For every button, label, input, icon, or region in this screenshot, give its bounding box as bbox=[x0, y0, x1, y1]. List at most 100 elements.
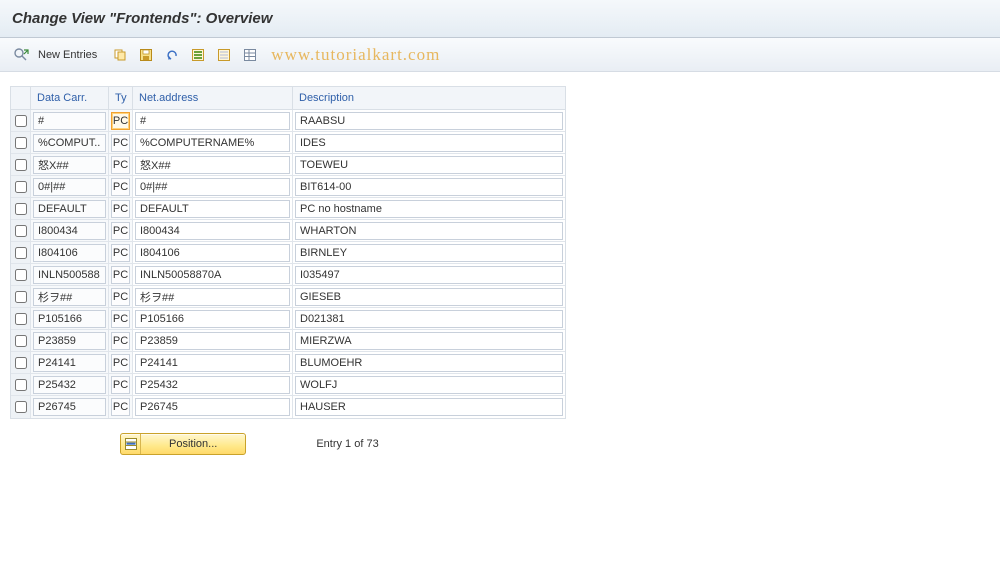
type-field[interactable]: PC bbox=[111, 310, 130, 328]
type-field[interactable]: PC bbox=[111, 222, 130, 240]
type-field[interactable]: PC bbox=[111, 376, 130, 394]
type-field[interactable]: PC bbox=[111, 288, 130, 306]
description-field[interactable] bbox=[295, 244, 563, 262]
type-field[interactable]: PC bbox=[111, 244, 130, 262]
type-field[interactable]: PC bbox=[111, 266, 130, 284]
row-select-checkbox[interactable] bbox=[15, 247, 27, 259]
description-field[interactable] bbox=[295, 156, 563, 174]
description-field[interactable] bbox=[295, 222, 563, 240]
select-all-icon[interactable] bbox=[187, 44, 209, 66]
row-select-checkbox[interactable] bbox=[15, 269, 27, 281]
data-carr-field[interactable] bbox=[33, 222, 106, 240]
net-address-field[interactable] bbox=[135, 222, 290, 240]
table-row: PC bbox=[11, 198, 565, 220]
data-carr-field[interactable] bbox=[33, 112, 106, 130]
type-field[interactable]: PC bbox=[111, 178, 130, 196]
row-select-checkbox[interactable] bbox=[15, 401, 27, 413]
data-carr-field[interactable] bbox=[33, 266, 106, 284]
row-select-checkbox[interactable] bbox=[15, 291, 27, 303]
copy-icon[interactable] bbox=[109, 44, 131, 66]
description-field[interactable] bbox=[295, 134, 563, 152]
description-field[interactable] bbox=[295, 398, 563, 416]
column-description[interactable]: Description bbox=[293, 87, 565, 109]
description-field[interactable] bbox=[295, 354, 563, 372]
table-view-icon[interactable] bbox=[239, 44, 261, 66]
data-carr-field[interactable] bbox=[33, 178, 106, 196]
net-address-field[interactable] bbox=[135, 244, 290, 262]
data-carr-field[interactable] bbox=[33, 376, 106, 394]
deselect-all-icon[interactable] bbox=[213, 44, 235, 66]
description-field[interactable] bbox=[295, 200, 563, 218]
net-address-field[interactable] bbox=[135, 134, 290, 152]
row-select-checkbox[interactable] bbox=[15, 181, 27, 193]
save-icon[interactable] bbox=[135, 44, 157, 66]
description-field[interactable] bbox=[295, 266, 563, 284]
content-area: Data Carr. Ty Net.address Description PC… bbox=[0, 72, 1000, 469]
row-select-checkbox[interactable] bbox=[15, 335, 27, 347]
row-select-checkbox[interactable] bbox=[15, 225, 27, 237]
type-field[interactable]: PC bbox=[111, 398, 130, 416]
net-address-field[interactable] bbox=[135, 178, 290, 196]
data-carr-field[interactable] bbox=[33, 244, 106, 262]
column-type[interactable]: Ty bbox=[109, 87, 133, 109]
net-address-field[interactable] bbox=[135, 332, 290, 350]
table-row: PC bbox=[11, 242, 565, 264]
column-data-carr[interactable]: Data Carr. bbox=[31, 87, 109, 109]
net-address-field[interactable] bbox=[135, 156, 290, 174]
table-row: PC bbox=[11, 352, 565, 374]
table-row: PC bbox=[11, 396, 565, 418]
data-carr-field[interactable] bbox=[33, 288, 106, 306]
net-address-field[interactable] bbox=[135, 310, 290, 328]
row-select-checkbox[interactable] bbox=[15, 159, 27, 171]
column-select-all[interactable] bbox=[11, 87, 31, 109]
table-row: PC bbox=[11, 286, 565, 308]
table-row: PC bbox=[11, 220, 565, 242]
data-carr-field[interactable] bbox=[33, 156, 106, 174]
description-field[interactable] bbox=[295, 178, 563, 196]
row-select-checkbox[interactable] bbox=[15, 137, 27, 149]
data-carr-field[interactable] bbox=[33, 310, 106, 328]
description-field[interactable] bbox=[295, 112, 563, 130]
data-carr-field[interactable] bbox=[33, 398, 106, 416]
table-row: PC bbox=[11, 132, 565, 154]
toolbar: New Entries www.tutorialkart.com bbox=[0, 38, 1000, 72]
type-field[interactable]: PC bbox=[111, 200, 130, 218]
net-address-field[interactable] bbox=[135, 200, 290, 218]
row-select-checkbox[interactable] bbox=[15, 379, 27, 391]
net-address-field[interactable] bbox=[135, 376, 290, 394]
table-row: PC bbox=[11, 110, 565, 132]
data-table: Data Carr. Ty Net.address Description PC… bbox=[10, 86, 566, 419]
type-field[interactable]: PC bbox=[111, 354, 130, 372]
description-field[interactable] bbox=[295, 310, 563, 328]
net-address-field[interactable] bbox=[135, 288, 290, 306]
app-window: Change View "Frontends": Overview New En… bbox=[0, 0, 1000, 579]
description-field[interactable] bbox=[295, 288, 563, 306]
net-address-field[interactable] bbox=[135, 398, 290, 416]
table-row: PC bbox=[11, 374, 565, 396]
net-address-field[interactable] bbox=[135, 354, 290, 372]
position-label: Position... bbox=[141, 438, 245, 450]
column-net-address[interactable]: Net.address bbox=[133, 87, 293, 109]
description-field[interactable] bbox=[295, 376, 563, 394]
position-icon bbox=[121, 434, 141, 454]
row-select-checkbox[interactable] bbox=[15, 203, 27, 215]
new-entries-button[interactable]: New Entries bbox=[36, 49, 105, 61]
row-select-checkbox[interactable] bbox=[15, 313, 27, 325]
data-carr-field[interactable] bbox=[33, 332, 106, 350]
data-carr-field[interactable] bbox=[33, 134, 106, 152]
row-select-checkbox[interactable] bbox=[15, 115, 27, 127]
net-address-field[interactable] bbox=[135, 266, 290, 284]
type-field[interactable]: PC bbox=[111, 156, 130, 174]
description-field[interactable] bbox=[295, 332, 563, 350]
position-button[interactable]: Position... bbox=[120, 433, 246, 455]
undo-icon[interactable] bbox=[161, 44, 183, 66]
type-field[interactable]: PC bbox=[111, 134, 130, 152]
data-carr-field[interactable] bbox=[33, 200, 106, 218]
data-carr-field[interactable] bbox=[33, 354, 106, 372]
net-address-field[interactable] bbox=[135, 112, 290, 130]
row-select-checkbox[interactable] bbox=[15, 357, 27, 369]
type-field[interactable]: PC bbox=[111, 112, 130, 130]
type-field[interactable]: PC bbox=[111, 332, 130, 350]
toggle-display-change-icon[interactable] bbox=[10, 44, 32, 66]
entry-count-text: Entry 1 of 73 bbox=[316, 438, 378, 450]
